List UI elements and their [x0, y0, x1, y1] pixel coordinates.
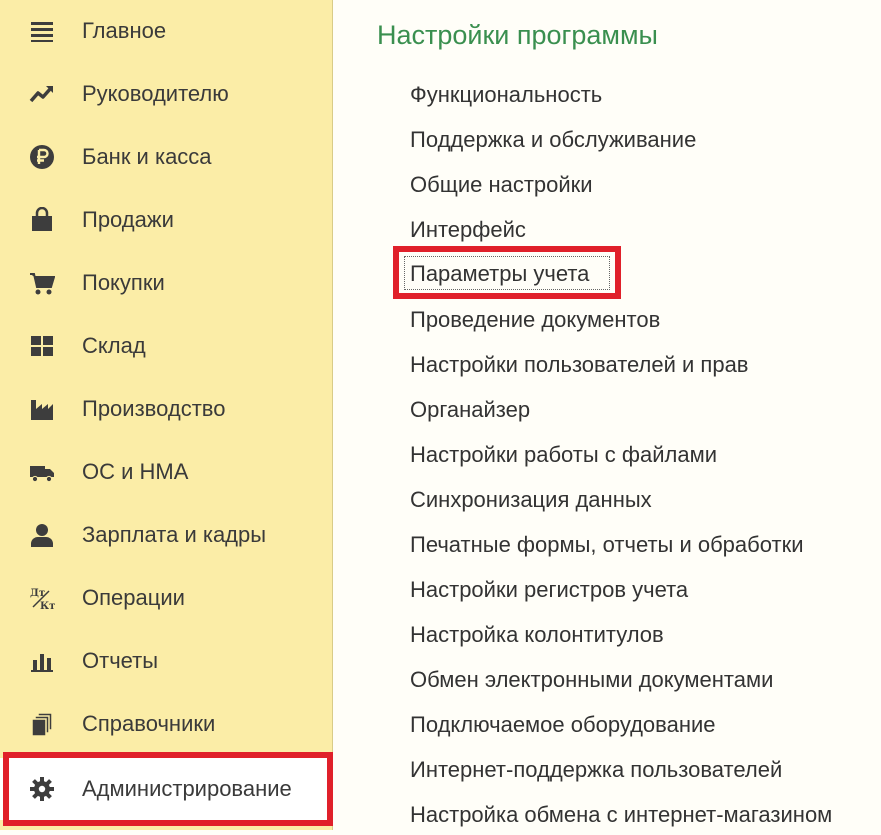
link-data-sync[interactable]: Синхронизация данных: [410, 480, 652, 520]
sidebar-item-administration[interactable]: Администрирование: [0, 758, 333, 820]
sidebar-item-label: Склад: [82, 333, 146, 358]
sidebar-item-purchases[interactable]: Покупки: [0, 252, 333, 314]
warehouse-grid-icon: [28, 332, 56, 360]
link-headers-footers[interactable]: Настройка колонтитулов: [410, 615, 664, 655]
link-online-store-exchange[interactable]: Настройка обмена с интернет-магазином: [410, 795, 832, 835]
sidebar-item-label: Главное: [82, 18, 167, 43]
sidebar-item-label: Операции: [82, 585, 185, 610]
sidebar-item-manager[interactable]: Руководителю: [0, 63, 333, 125]
link-connected-equipment[interactable]: Подключаемое оборудование: [410, 705, 716, 745]
sidebar-item-sales[interactable]: Продажи: [0, 189, 333, 251]
sidebar-item-label: Руководителю: [82, 81, 229, 106]
link-support-and-maintenance[interactable]: Поддержка и обслуживание: [410, 120, 696, 160]
svg-text:Кт: Кт: [40, 601, 55, 611]
gear-icon: [28, 775, 56, 803]
truck-icon: [28, 458, 56, 486]
sidebar-item-catalogs[interactable]: Справочники: [0, 693, 333, 755]
shopping-cart-icon: [28, 269, 56, 297]
ruble-coin-icon: [28, 143, 56, 171]
sidebar-item-operations[interactable]: Дт Кт Операции: [0, 567, 333, 629]
sidebar-item-label: Покупки: [82, 270, 165, 295]
trend-line-icon: [28, 80, 56, 108]
shopping-bag-icon: [28, 206, 56, 234]
link-accounting-parameters[interactable]: Параметры учета: [410, 254, 589, 294]
link-print-forms-reports[interactable]: Печатные формы, отчеты и обработки: [410, 525, 804, 565]
sidebar-item-main[interactable]: Главное: [0, 0, 333, 62]
link-functionality[interactable]: Функциональность: [410, 75, 602, 115]
sidebar-item-label: ОС и НМА: [82, 459, 189, 484]
sidebar-item-label: Продажи: [82, 207, 174, 232]
sidebar-item-reports[interactable]: Отчеты: [0, 630, 333, 692]
link-electronic-documents-exchange[interactable]: Обмен электронными документами: [410, 660, 773, 700]
link-users-and-rights[interactable]: Настройки пользователей и прав: [410, 345, 749, 385]
page-title: Настройки программы: [377, 20, 658, 50]
documents-stack-icon: [28, 710, 56, 738]
sidebar-item-label: Отчеты: [82, 648, 159, 673]
sidebar-item-payroll[interactable]: Зарплата и кадры: [0, 504, 333, 566]
link-accounting-registers[interactable]: Настройки регистров учета: [410, 570, 688, 610]
link-internet-support[interactable]: Интернет-поддержка пользователей: [410, 750, 782, 790]
link-document-posting[interactable]: Проведение документов: [410, 300, 660, 340]
sidebar-item-label: Справочники: [82, 711, 216, 736]
sidebar-item-production[interactable]: Производство: [0, 378, 333, 440]
sidebar-item-bank[interactable]: Банк и касса: [0, 126, 333, 188]
sidebar-item-warehouse[interactable]: Склад: [0, 315, 333, 377]
link-interface[interactable]: Интерфейс: [410, 210, 526, 250]
sidebar-item-fixed-assets[interactable]: ОС и НМА: [0, 441, 333, 503]
bar-chart-icon: [28, 647, 56, 675]
link-organizer[interactable]: Органайзер: [410, 390, 530, 430]
sidebar-item-label: Банк и касса: [82, 144, 212, 169]
link-file-settings[interactable]: Настройки работы с файлами: [410, 435, 717, 475]
sidebar-item-label: Зарплата и кадры: [82, 522, 267, 547]
person-icon: [28, 521, 56, 549]
link-general-settings[interactable]: Общие настройки: [410, 165, 593, 205]
factory-icon: [28, 395, 56, 423]
menu-lines-icon: [28, 17, 56, 45]
debit-credit-icon: Дт Кт: [28, 584, 56, 612]
sidebar-item-label: Производство: [82, 396, 226, 421]
sidebar: Главное Руководителю Банк и касса Продаж…: [0, 0, 333, 830]
sidebar-item-label: Администрирование: [82, 776, 292, 801]
